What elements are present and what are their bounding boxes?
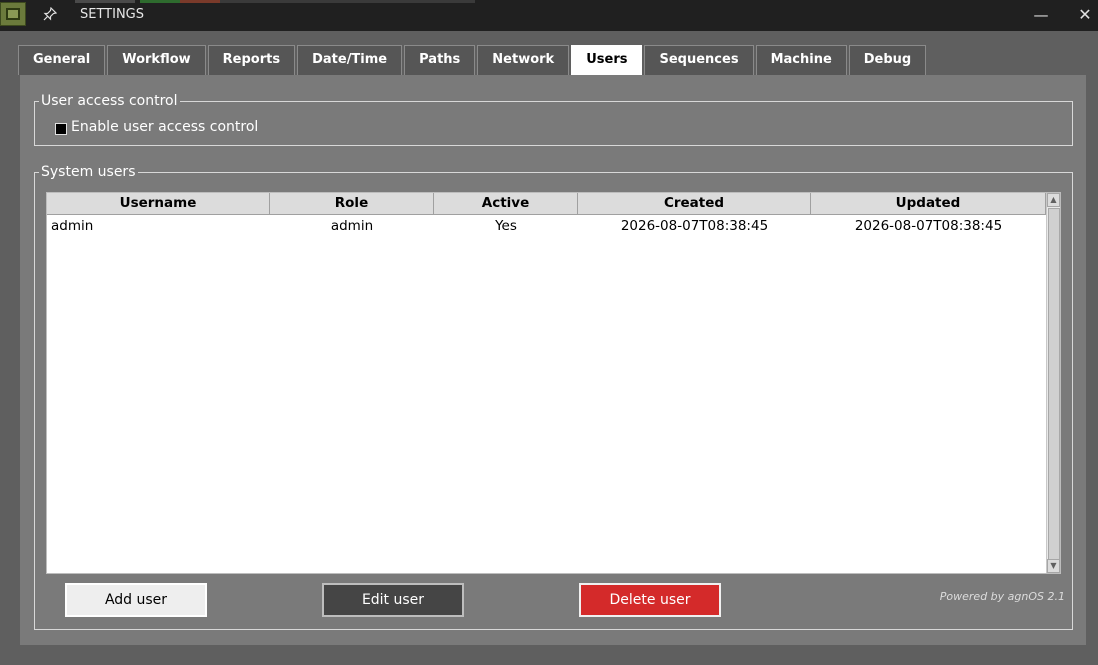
add-user-button[interactable]: Add user — [65, 583, 207, 617]
enable-access-control-checkbox[interactable] — [55, 123, 67, 135]
top-strip — [220, 0, 475, 3]
pin-icon[interactable] — [42, 6, 58, 23]
tab-debug[interactable]: Debug — [848, 45, 927, 75]
column-header-role[interactable]: Role — [270, 193, 434, 215]
enable-access-control-label[interactable]: Enable user access control — [71, 119, 258, 135]
window-title: SETTINGS — [80, 7, 145, 22]
title-bar: SETTINGS — ✕ — [0, 0, 1098, 31]
column-header-username[interactable]: Username — [47, 193, 270, 215]
tab-bar: General Workflow Reports Date/Time Paths… — [18, 45, 928, 75]
top-strip — [180, 0, 220, 3]
cell-username: admin — [51, 218, 94, 234]
users-panel: User access control Enable user access c… — [20, 75, 1086, 645]
powered-by-label: Powered by agnOS 2.1 — [939, 590, 1065, 603]
tab-reports[interactable]: Reports — [207, 45, 296, 75]
column-header-updated[interactable]: Updated — [811, 193, 1046, 215]
scroll-thumb[interactable] — [1048, 208, 1060, 560]
close-icon[interactable]: ✕ — [1076, 6, 1094, 24]
column-header-created[interactable]: Created — [578, 193, 811, 215]
system-users-group: System users Username Role Active Create… — [34, 163, 1073, 630]
cell-role: admin — [330, 218, 374, 234]
cell-created: 2026-08-07T08:38:45 — [620, 218, 769, 234]
tab-workflow[interactable]: Workflow — [107, 45, 206, 75]
edit-user-button[interactable]: Edit user — [322, 583, 464, 617]
access-control-group: User access control Enable user access c… — [34, 92, 1073, 146]
app-icon — [0, 2, 26, 26]
tab-paths[interactable]: Paths — [404, 45, 476, 75]
tab-date-time[interactable]: Date/Time — [297, 45, 403, 75]
tab-machine[interactable]: Machine — [755, 45, 847, 75]
column-header-active[interactable]: Active — [434, 193, 578, 215]
delete-user-button[interactable]: Delete user — [579, 583, 721, 617]
cell-active: Yes — [495, 218, 517, 234]
tab-sequences[interactable]: Sequences — [644, 45, 754, 75]
cell-updated: 2026-08-07T08:38:45 — [854, 218, 1003, 234]
minimize-icon[interactable]: — — [1032, 6, 1050, 24]
table-row[interactable]: admin admin Yes 2026-08-07T08:38:45 2026… — [47, 215, 1060, 237]
settings-window: General Workflow Reports Date/Time Paths… — [0, 31, 1098, 665]
access-control-legend: User access control — [39, 92, 180, 110]
tab-general[interactable]: General — [18, 45, 106, 75]
users-table[interactable]: Username Role Active Created Updated adm… — [46, 192, 1061, 574]
tab-network[interactable]: Network — [477, 45, 570, 75]
scroll-up-arrow-icon[interactable]: ▲ — [1047, 193, 1060, 207]
table-header: Username Role Active Created Updated — [47, 193, 1060, 215]
top-strip — [140, 0, 180, 3]
system-users-legend: System users — [39, 163, 138, 181]
scroll-down-arrow-icon[interactable]: ▼ — [1047, 559, 1060, 573]
top-strip — [75, 0, 135, 3]
vertical-scrollbar[interactable]: ▲ ▼ — [1046, 193, 1060, 573]
tab-users[interactable]: Users — [571, 45, 643, 75]
pin-icon-graphic — [43, 6, 58, 21]
